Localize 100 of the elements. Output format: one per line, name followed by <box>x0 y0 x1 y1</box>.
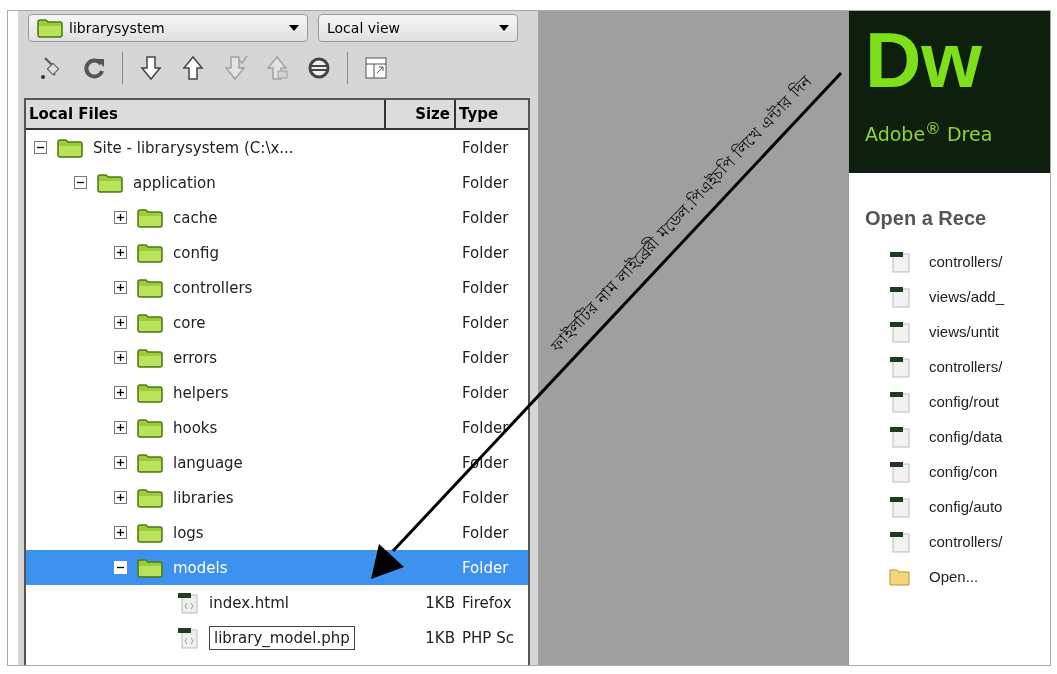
expand-icon[interactable] <box>114 421 127 434</box>
recent-file-link[interactable]: config/data <box>849 419 1050 454</box>
column-header[interactable]: Type <box>456 105 528 123</box>
file-name: Site - librarysystem (C:\x... <box>93 138 294 157</box>
file-tree-row[interactable]: controllers Folder <box>26 270 528 305</box>
recent-file-link[interactable]: Open... <box>849 559 1050 594</box>
recent-file-link[interactable]: views/add_ <box>849 279 1050 314</box>
folder-icon <box>889 566 911 587</box>
file-tree-row[interactable]: cache Folder <box>26 200 528 235</box>
file-type: Folder <box>462 243 509 262</box>
document-icon <box>889 530 911 553</box>
file-type: Folder <box>462 383 509 402</box>
expand-window-icon[interactable] <box>362 54 390 82</box>
folder-icon <box>57 137 83 158</box>
recent-file-link[interactable]: controllers/ <box>849 349 1050 384</box>
file-name: cache <box>173 208 218 227</box>
site-folder-icon <box>37 18 63 38</box>
product-name: Adobe$^{®}$ Drea <box>865 119 994 146</box>
folder-icon <box>137 487 163 508</box>
file-tree-row[interactable]: hooks Folder <box>26 410 528 445</box>
expand-icon[interactable] <box>114 456 127 469</box>
expand-icon[interactable] <box>114 386 127 399</box>
folder-icon <box>137 522 163 543</box>
file-type: Folder <box>462 348 509 367</box>
expand-icon[interactable] <box>114 246 127 259</box>
document-icon <box>889 390 911 413</box>
file-type: Folder <box>462 208 509 227</box>
file-name: helpers <box>173 383 229 402</box>
folder-icon <box>97 172 123 193</box>
folder-icon <box>137 312 163 333</box>
rename-field[interactable]: library_model.php <box>209 625 355 650</box>
file-tree-row[interactable]: application Folder <box>26 165 528 200</box>
file-type: Folder <box>462 488 509 507</box>
view-dropdown[interactable]: Local view <box>318 14 518 42</box>
file-tree-row[interactable]: index.html 1KB Firefox <box>26 585 528 620</box>
file-tree-row[interactable]: Site - librarysystem (C:\x... Folder <box>26 130 528 165</box>
document-icon <box>889 355 911 378</box>
folder-icon <box>137 417 163 438</box>
column-header[interactable]: Local Files <box>26 105 384 123</box>
recent-file-link[interactable]: controllers/ <box>849 524 1050 559</box>
file-tree-row[interactable]: errors Folder <box>26 340 528 375</box>
collapse-icon[interactable] <box>74 176 87 189</box>
expand-icon[interactable] <box>114 351 127 364</box>
recent-file-link[interactable]: config/con <box>849 454 1050 489</box>
file-tree-row[interactable]: helpers Folder <box>26 375 528 410</box>
recent-file-link[interactable]: controllers/ <box>849 244 1050 279</box>
file-name: application <box>133 173 216 192</box>
site-dropdown[interactable]: librarysystem <box>28 14 308 42</box>
folder-icon <box>137 557 163 578</box>
folder-icon <box>137 452 163 473</box>
file-name: config <box>173 243 219 262</box>
recent-file-link[interactable]: config/rout <box>849 384 1050 419</box>
file-type: Folder <box>462 558 509 577</box>
document-icon <box>889 425 911 448</box>
section-title: Open a Rece <box>865 207 988 230</box>
file-name: logs <box>173 523 204 542</box>
expand-icon[interactable] <box>114 211 127 224</box>
file-size: 1KB <box>425 628 455 647</box>
file-name: core <box>173 313 206 332</box>
file-name: hooks <box>173 418 218 437</box>
file-name: models <box>173 558 228 577</box>
file-type: Folder <box>462 138 509 157</box>
file-tree-row[interactable]: core Folder <box>26 305 528 340</box>
file-type: Folder <box>462 173 509 192</box>
document-icon <box>889 250 911 273</box>
file-type: Firefox <box>462 593 512 612</box>
document-icon <box>889 320 911 343</box>
file-tree-row[interactable]: logs Folder <box>26 515 528 550</box>
file-tree-row[interactable]: config Folder <box>26 235 528 270</box>
document-icon <box>889 285 911 308</box>
folder-icon <box>137 277 163 298</box>
code-file-icon <box>177 626 199 649</box>
expand-icon[interactable] <box>114 281 127 294</box>
recent-file-link[interactable]: config/auto <box>849 489 1050 524</box>
file-tree-row[interactable]: libraries Folder <box>26 480 528 515</box>
collapse-icon[interactable] <box>34 141 47 154</box>
file-type: Folder <box>462 278 509 297</box>
expand-icon[interactable] <box>114 526 127 539</box>
folder-icon <box>137 242 163 263</box>
caret-icon <box>289 25 299 31</box>
file-name: index.html <box>209 593 289 612</box>
file-name: language <box>173 453 243 472</box>
recent-file-link[interactable]: views/untit <box>849 314 1050 349</box>
file-type: Folder <box>462 418 509 437</box>
file-name: controllers <box>173 278 253 297</box>
file-type: PHP Sc <box>462 628 514 647</box>
folder-icon <box>137 347 163 368</box>
document-icon <box>889 460 911 483</box>
expand-icon[interactable] <box>114 316 127 329</box>
file-size: 1KB <box>425 593 455 612</box>
file-name: libraries <box>173 488 234 507</box>
column-header[interactable]: Size <box>384 100 456 128</box>
product-logo: Dw <box>865 15 983 105</box>
caret-icon <box>499 25 509 31</box>
document-icon <box>889 495 911 518</box>
expand-icon[interactable] <box>114 491 127 504</box>
file-tree-row[interactable]: library_model.php 1KB PHP Sc <box>26 620 528 655</box>
file-name: errors <box>173 348 218 367</box>
file-type: Folder <box>462 313 509 332</box>
file-type: Folder <box>462 523 509 542</box>
